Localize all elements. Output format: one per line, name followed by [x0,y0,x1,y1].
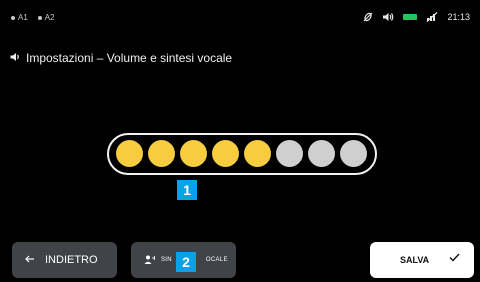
volume-dot-6[interactable] [276,140,303,167]
back-button-label: INDIETRO [45,254,98,266]
status-item-a1: A1 [11,13,28,22]
status-item-a2: A2 [37,13,55,22]
person-speaking-icon [144,255,156,266]
badge-1: 1 [177,180,197,200]
volume-dot-2[interactable] [148,140,175,167]
volume-dot-4[interactable] [212,140,239,167]
save-button[interactable]: SALVA [370,242,474,278]
voice-button-label-right: OCALE [205,257,228,263]
voice-button-label-left: SIN [161,257,172,263]
check-icon [449,253,460,264]
volume-dot-5[interactable] [244,140,271,167]
badge-2: 2 [176,252,196,272]
volume-dots [116,140,367,167]
clock: 21:13 [447,12,470,22]
volume-slider[interactable] [107,133,377,175]
page-title-text: Impostazioni – Volume e sintesi vocale [26,51,233,65]
save-button-label: SALVA [400,255,430,265]
no-signal-icon [426,12,438,22]
speaker-icon [382,12,394,22]
speaker-icon [10,51,21,65]
volume-dot-1[interactable] [116,140,143,167]
status-left: A1 A2 [11,13,55,22]
arrow-left-icon [25,254,35,266]
status-right: 21:13 [363,12,470,22]
battery-icon [403,14,418,20]
no-gps-icon [363,12,373,22]
volume-dot-8[interactable] [340,140,367,167]
volume-dot-3[interactable] [180,140,207,167]
back-button[interactable]: INDIETRO [12,242,117,278]
volume-dot-7[interactable] [308,140,335,167]
status-bar: A1 A2 21:13 [0,0,480,36]
page-title: Impostazioni – Volume e sintesi vocale [10,51,232,65]
